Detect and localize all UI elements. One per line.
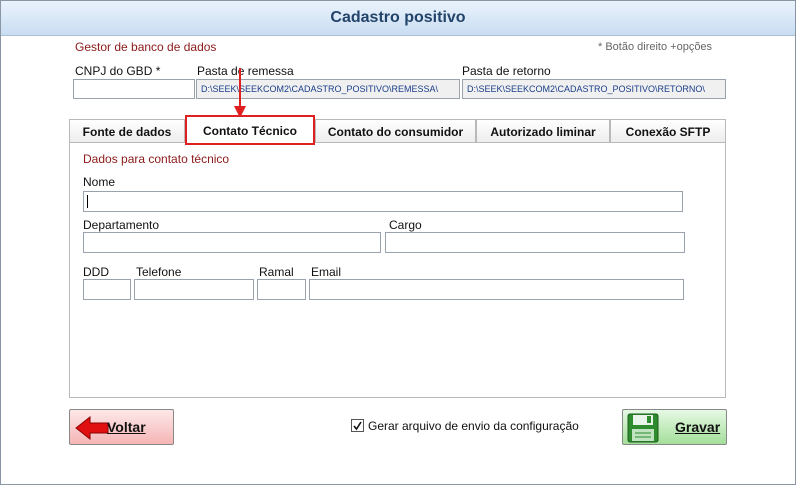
- tab-conexao-sftp[interactable]: Conexão SFTP: [610, 119, 726, 143]
- retorno-label: Pasta de retorno: [462, 64, 551, 78]
- title-bar: Cadastro positivo: [1, 1, 795, 36]
- gerar-arquivo-checkbox[interactable]: [351, 419, 364, 432]
- departamento-label: Departamento: [83, 218, 160, 232]
- tab-fonte-de-dados[interactable]: Fonte de dados: [69, 119, 185, 143]
- window-title: Cadastro positivo: [330, 9, 466, 26]
- gravar-button[interactable]: Gravar: [622, 409, 727, 445]
- nome-input[interactable]: [83, 191, 683, 212]
- nome-label: Nome: [83, 175, 116, 189]
- text-cursor: [87, 195, 88, 208]
- ddd-label: DDD: [83, 265, 109, 279]
- tab-contato-do-consumidor[interactable]: Contato do consumidor: [315, 119, 476, 143]
- floppy-disk-icon: [627, 413, 659, 443]
- checkmark-icon: [353, 421, 362, 431]
- voltar-button[interactable]: Voltar: [69, 409, 174, 445]
- email-label: Email: [311, 265, 342, 279]
- gravar-label: Gravar: [675, 419, 721, 435]
- contato-section-label: Dados para contato técnico: [83, 152, 230, 166]
- gestor-section-label: Gestor de banco de dados: [75, 40, 217, 54]
- cargo-input[interactable]: [385, 232, 685, 253]
- ramal-label: Ramal: [259, 265, 294, 279]
- cnpj-label: CNPJ do GBD *: [75, 64, 161, 78]
- departamento-input[interactable]: [83, 232, 381, 253]
- voltar-label: Voltar: [107, 419, 146, 435]
- email-input[interactable]: [309, 279, 684, 300]
- annotation-arrow-icon: [234, 68, 246, 118]
- back-arrow-icon: [75, 416, 109, 440]
- telefone-input[interactable]: [134, 279, 254, 300]
- ramal-input[interactable]: [257, 279, 306, 300]
- tab-autorizado-liminar[interactable]: Autorizado liminar: [476, 119, 610, 143]
- gerar-arquivo-label: Gerar arquivo de envio da configuração: [368, 419, 579, 433]
- context-menu-hint: * Botão direito +opções: [598, 41, 713, 53]
- cargo-label: Cargo: [389, 218, 422, 232]
- cnpj-input[interactable]: [73, 79, 195, 99]
- telefone-label: Telefone: [136, 265, 182, 279]
- tab-contato-tecnico[interactable]: Contato Técnico: [185, 115, 315, 145]
- ddd-input[interactable]: [83, 279, 131, 300]
- retorno-path-field[interactable]: D:\SEEK\SEEKCOM2\CADASTRO_POSITIVO\RETOR…: [462, 79, 726, 99]
